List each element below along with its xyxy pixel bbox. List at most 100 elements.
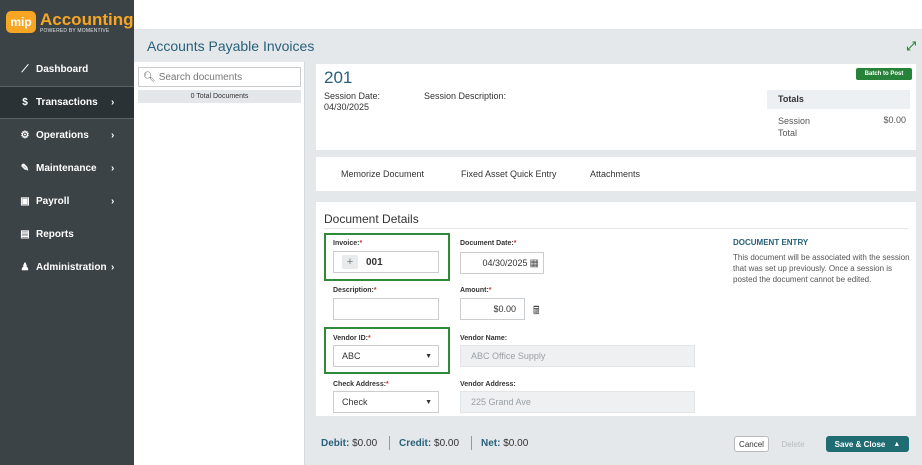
dropdown-caret-icon: ▼ — [425, 352, 432, 360]
net-value: $0.00 — [503, 438, 529, 449]
vendor-address-field: 225 Grand Ave — [460, 391, 695, 413]
divider — [471, 436, 472, 450]
report-icon: ▤ — [20, 229, 30, 240]
document-date-field[interactable]: 04/30/2025 ▦ — [460, 252, 544, 274]
chevron-right-icon: › — [111, 196, 115, 207]
page-title: Accounts Payable Invoices — [147, 38, 315, 54]
invoice-label: Invoice:* — [333, 240, 363, 247]
document-date-label: Document Date:* — [460, 240, 517, 247]
logo-title: Accounting — [40, 9, 134, 29]
vendor-name-field: ABC Office Supply — [460, 345, 695, 367]
total-documents: 0 Total Documents — [138, 90, 301, 103]
invoice-value: 001 — [366, 256, 383, 268]
sidebar-item-maintenance[interactable]: ✎ Maintenance › — [0, 152, 134, 185]
wrench-icon: ✎ — [20, 163, 30, 174]
sidebar-item-administration[interactable]: ♟ Administration › — [0, 251, 134, 284]
document-list-panel: 🔍︎ 0 Total Documents — [134, 62, 305, 465]
cancel-button[interactable]: Cancel — [734, 436, 769, 452]
session-header: 201 Session Date: 04/30/2025 Session Des… — [316, 64, 916, 150]
gears-icon: ⚙ — [20, 130, 30, 141]
main-content: 201 Session Date: 04/30/2025 Session Des… — [305, 62, 922, 465]
check-address-select[interactable]: Check ▼ — [333, 391, 439, 413]
tab-memorize-document[interactable]: Memorize Document — [341, 169, 424, 179]
document-details-card: Document Details Invoice:* + 001 Documen… — [316, 202, 916, 416]
chevron-right-icon: › — [111, 97, 115, 108]
chevron-right-icon: › — [111, 262, 115, 273]
action-tabs: Memorize Document Fixed Asset Quick Entr… — [316, 157, 916, 191]
totals-header: Totals — [767, 90, 910, 109]
tab-fixed-asset-quick-entry[interactable]: Fixed Asset Quick Entry — [461, 169, 557, 179]
dropdown-caret-icon: ▼ — [425, 398, 432, 406]
logo-subtitle: POWERED BY MOMENTIVE — [40, 27, 110, 34]
expand-icon[interactable]: ⤢ — [906, 39, 916, 54]
vendor-address-label: Vendor Address: — [460, 381, 516, 388]
sidebar-item-dashboard[interactable]: ⟋ Dashboard — [0, 53, 134, 86]
footer-bar: Debit: $0.00 Credit: $0.00 Net: $0.00 Ca… — [305, 424, 922, 465]
check-address-label: Check Address:* — [333, 381, 389, 388]
session-total-value: $0.00 — [883, 115, 906, 125]
calculator-icon[interactable]: 🖩︎ — [533, 302, 540, 321]
check-address-value: Check — [342, 397, 368, 407]
divider — [324, 228, 908, 229]
session-total-label: Session Total — [778, 116, 811, 138]
net-summary: Net: $0.00 — [481, 438, 529, 449]
vendor-name-label: Vendor Name: — [460, 335, 508, 342]
sidebar-item-label: Transactions — [36, 97, 98, 108]
sidebar-item-label: Maintenance — [36, 163, 97, 174]
save-close-button[interactable]: Save & Close ▲ — [826, 436, 909, 452]
search-icon: 🔍︎ — [143, 71, 156, 83]
batch-to-post-button[interactable]: Batch to Post — [856, 68, 912, 80]
amount-label: Amount:* — [460, 287, 492, 294]
chevron-right-icon: › — [111, 130, 115, 141]
money-icon: ▣ — [20, 196, 30, 207]
top-bar — [134, 0, 922, 30]
document-entry-title: DOCUMENT ENTRY — [733, 238, 809, 247]
plus-icon[interactable]: + — [342, 255, 358, 269]
session-number: 201 — [324, 68, 353, 87]
session-date-value: 04/30/2025 — [324, 102, 370, 112]
sidebar-item-transactions[interactable]: $ Transactions › — [0, 86, 134, 119]
document-details-title: Document Details — [324, 212, 419, 226]
debit-value: $0.00 — [352, 438, 378, 449]
sidebar: mip Accounting POWERED BY MOMENTIVE ⟋ Das… — [0, 0, 134, 465]
search-input[interactable] — [158, 71, 299, 83]
caret-up-icon[interactable]: ▲ — [893, 441, 900, 448]
app-logo[interactable]: mip Accounting POWERED BY MOMENTIVE — [6, 8, 134, 36]
chevron-right-icon: › — [111, 163, 115, 174]
dollar-icon: $ — [22, 97, 28, 108]
sidebar-item-reports[interactable]: ▤ Reports — [0, 218, 134, 251]
sidebar-item-label: Dashboard — [36, 64, 89, 75]
users-icon: ♟ — [20, 262, 30, 273]
sidebar-item-label: Operations — [36, 130, 89, 141]
delete-button[interactable]: Delete — [778, 436, 808, 452]
amount-value: $0.00 — [493, 304, 516, 314]
tab-attachments[interactable]: Attachments — [590, 169, 640, 179]
chart-line-icon: ⟋ — [21, 64, 29, 75]
credit-summary: Credit: $0.00 — [399, 438, 460, 449]
sidebar-item-label: Reports — [36, 229, 74, 240]
save-close-label: Save & Close — [834, 439, 886, 449]
session-date-label: Session Date: — [324, 91, 381, 101]
session-description-label: Session Description: — [424, 91, 507, 101]
sidebar-item-label: Payroll — [36, 196, 70, 207]
credit-value: $0.00 — [434, 438, 460, 449]
calendar-icon[interactable]: ▦ — [530, 258, 539, 269]
sidebar-nav: ⟋ Dashboard $ Transactions › ⚙ Operations › ✎ Mai… — [0, 53, 134, 284]
invoice-field[interactable]: + 001 — [333, 251, 439, 273]
vendor-id-value: ABC — [342, 351, 361, 361]
logo-badge: mip — [6, 11, 36, 33]
sidebar-item-payroll[interactable]: ▣ Payroll › — [0, 185, 134, 218]
title-bar: Accounts Payable Invoices ⤢ — [134, 30, 922, 62]
search-box[interactable]: 🔍︎ — [138, 67, 301, 87]
sidebar-item-label: Administration — [36, 262, 107, 273]
amount-input[interactable]: $0.00 — [460, 298, 525, 320]
vendor-id-select[interactable]: ABC ▼ — [333, 345, 439, 367]
description-input[interactable] — [333, 298, 439, 320]
document-date-value: 04/30/2025 — [482, 258, 528, 268]
document-entry-text: This document will be associated with th… — [733, 253, 910, 284]
divider — [389, 436, 390, 450]
vendor-id-label: Vendor ID:* — [333, 335, 371, 342]
totals-box: Totals Session Total $0.00 — [767, 90, 910, 140]
sidebar-item-operations[interactable]: ⚙ Operations › — [0, 119, 134, 152]
description-label: Description:* — [333, 287, 377, 294]
